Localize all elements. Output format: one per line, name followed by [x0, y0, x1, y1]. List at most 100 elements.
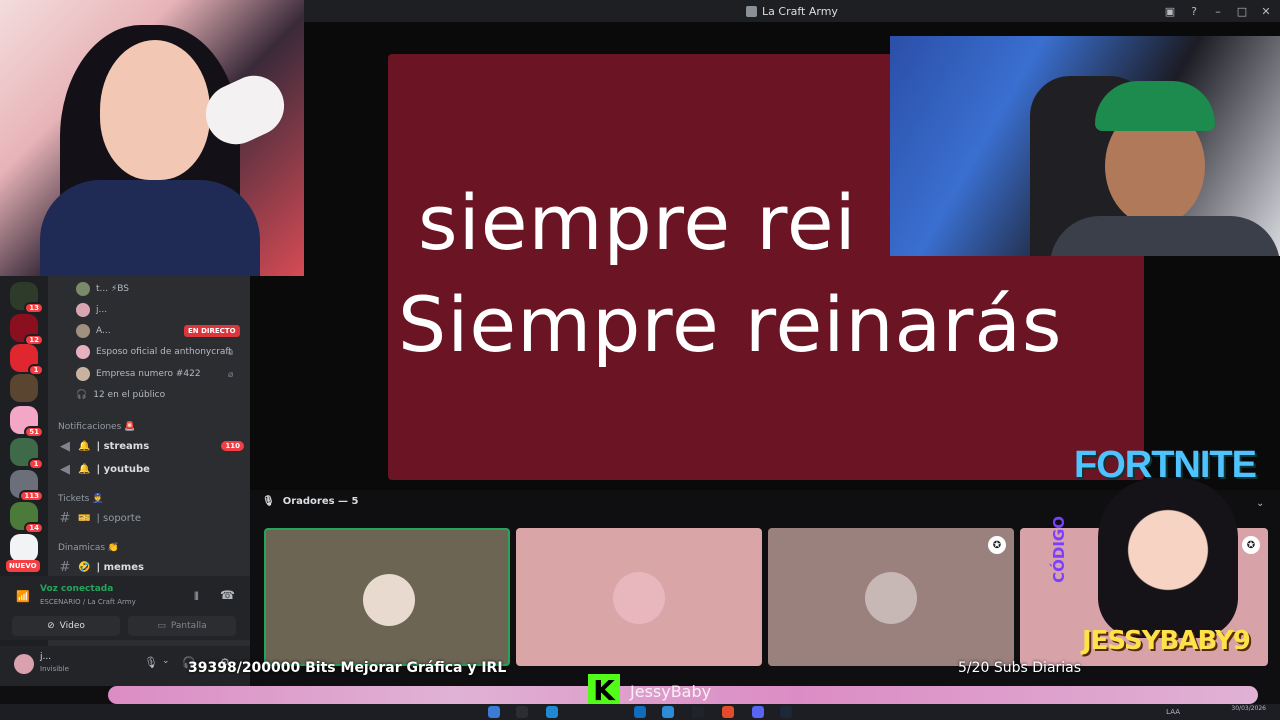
announcement-icon: ◀: [60, 461, 70, 477]
category-dinamicas[interactable]: Dinamicas 👏: [58, 543, 119, 553]
channel-name: | youtube: [96, 463, 150, 475]
video-label: Video: [59, 621, 85, 631]
codigo-label: CÓDIGO: [1050, 516, 1068, 583]
channel-youtube[interactable]: ◀ 🔔 | youtube: [58, 459, 244, 479]
language-indicator[interactable]: LAA: [1166, 708, 1180, 716]
minimize-icon[interactable]: –: [1212, 5, 1224, 18]
mic-muted-icon: ⌀: [228, 348, 234, 358]
avatar: [76, 367, 90, 381]
speaker-tile[interactable]: [516, 528, 762, 666]
edge-icon[interactable]: [546, 706, 558, 718]
voice-user[interactable]: A...: [76, 322, 111, 340]
close-icon[interactable]: ✕: [1260, 5, 1272, 18]
help-icon[interactable]: ?: [1188, 5, 1200, 18]
avatar: [76, 345, 90, 359]
brave-icon[interactable]: [722, 706, 734, 718]
speaker-tile[interactable]: [264, 528, 510, 666]
mic-muted-icon: ⌀: [228, 370, 234, 380]
outlook-icon[interactable]: [634, 706, 646, 718]
server-icon[interactable]: 1: [10, 344, 44, 376]
hash-icon: #: [59, 559, 71, 575]
webcam-subject-shirt: [1050, 216, 1280, 256]
window-titlebar: La Craft Army ▣ ? – □ ✕: [304, 0, 1280, 22]
server-icon[interactable]: 113: [10, 470, 44, 502]
headphones-icon: 🎧: [76, 390, 88, 400]
channel-memes[interactable]: # 🤣 | memes: [58, 557, 244, 577]
server-badge: 1: [28, 458, 44, 470]
ticket-icon: 🎫: [78, 512, 91, 524]
noise-suppression-icon[interactable]: ⦀: [194, 590, 199, 604]
calendar-icon[interactable]: [662, 706, 674, 718]
webcam-right: [890, 36, 1280, 256]
moderator-icon: ✪: [988, 536, 1006, 554]
channel-name: | streams: [96, 440, 150, 452]
avatar: [76, 303, 90, 317]
category-notificaciones[interactable]: Notificaciones 🚨: [58, 422, 135, 432]
avatar: [76, 282, 90, 296]
bell-icon: 🔔: [78, 440, 91, 452]
audience-label: 12 en el público: [93, 390, 166, 400]
lyric-line-2: Siempre reinarás: [398, 280, 1063, 369]
video-button[interactable]: ⊘ Video: [12, 616, 120, 636]
voice-connection-panel: 📶 Voz conectada ESCENARIO / La Craft Arm…: [0, 576, 250, 640]
channel-soporte[interactable]: # 🎫 | soporte: [58, 508, 244, 528]
unread-count: 110: [221, 441, 244, 451]
user-name: j...: [40, 652, 52, 662]
avatar: [76, 324, 90, 338]
maximize-icon[interactable]: □: [1236, 5, 1248, 18]
voice-user-name: Empresa numero #422: [96, 369, 201, 379]
streamer-name: JessyBaby: [630, 682, 712, 701]
category-tickets[interactable]: Tickets 👮: [58, 494, 103, 504]
server-icon[interactable]: 13: [10, 282, 44, 314]
os-taskbar: LAA 30/03/2026: [0, 704, 1280, 720]
discord-icon[interactable]: [752, 706, 764, 718]
avatar: [613, 572, 665, 624]
speaker-tile[interactable]: ✪: [768, 528, 1014, 666]
server-icon[interactable]: 14: [10, 502, 44, 534]
microphone-icon[interactable]: 🎙: [144, 656, 158, 669]
obs-icon[interactable]: [692, 706, 704, 718]
voice-user-name: j...: [96, 305, 108, 315]
emoji-icon: 🤣: [78, 561, 91, 573]
video-off-icon: ⊘: [47, 621, 55, 631]
voice-user[interactable]: t... ⚡BS: [76, 280, 129, 298]
server-badge: 14: [24, 522, 44, 534]
voice-user[interactable]: Esposo oficial de anthonycraft: [76, 343, 232, 361]
channel-streams[interactable]: ◀ 🔔 | streams 110: [58, 436, 244, 456]
avatar[interactable]: [14, 654, 34, 674]
server-icon[interactable]: [10, 374, 38, 402]
server-icon[interactable]: 51: [10, 406, 44, 438]
webcam-subject-shirt: [40, 180, 260, 276]
screen: La Craft Army ▣ ? – □ ✕ siempre rei Siem…: [0, 0, 1280, 720]
chevron-down-icon[interactable]: ⌄: [1256, 498, 1264, 509]
voice-user-name: t... ⚡BS: [96, 284, 130, 294]
avatar: [865, 572, 917, 624]
voice-location[interactable]: ESCENARIO / La Craft Army: [40, 598, 136, 606]
system-clock[interactable]: 30/03/2026: [1231, 706, 1266, 712]
microphone-icon: 🎙: [262, 496, 275, 507]
audience-count[interactable]: 🎧 12 en el público: [76, 386, 165, 404]
voice-status[interactable]: Voz conectada: [40, 584, 113, 594]
bits-goal: 39398/200000 Bits Mejorar Gráfica y IRL: [188, 660, 507, 676]
webcam-subject-face: [100, 40, 210, 180]
disconnect-icon[interactable]: ☎: [220, 588, 235, 602]
kick-logo: K: [588, 674, 620, 707]
windows-start-icon[interactable]: [488, 706, 500, 718]
voice-user[interactable]: Empresa numero #422: [76, 365, 201, 383]
moderator-icon: ✪: [1242, 536, 1260, 554]
server-badge: 113: [19, 490, 44, 502]
inbox-icon[interactable]: ▣: [1164, 5, 1176, 18]
creator-code: JESSYBABY9: [1082, 626, 1251, 656]
user-status: Invisible: [40, 665, 69, 673]
steam-icon[interactable]: [780, 706, 792, 718]
server-icon[interactable]: [10, 534, 38, 562]
screen-share-button[interactable]: ▭ Pantalla: [128, 616, 236, 636]
server-icon[interactable]: 12: [10, 314, 44, 346]
voice-user[interactable]: j...: [76, 301, 107, 319]
chibi-character: [1098, 478, 1238, 638]
webcam-left: [0, 0, 304, 276]
search-icon[interactable]: [516, 706, 528, 718]
hash-icon: #: [59, 510, 71, 526]
chevron-down-icon[interactable]: ⌄: [162, 656, 170, 666]
server-icon[interactable]: 1: [10, 438, 44, 470]
